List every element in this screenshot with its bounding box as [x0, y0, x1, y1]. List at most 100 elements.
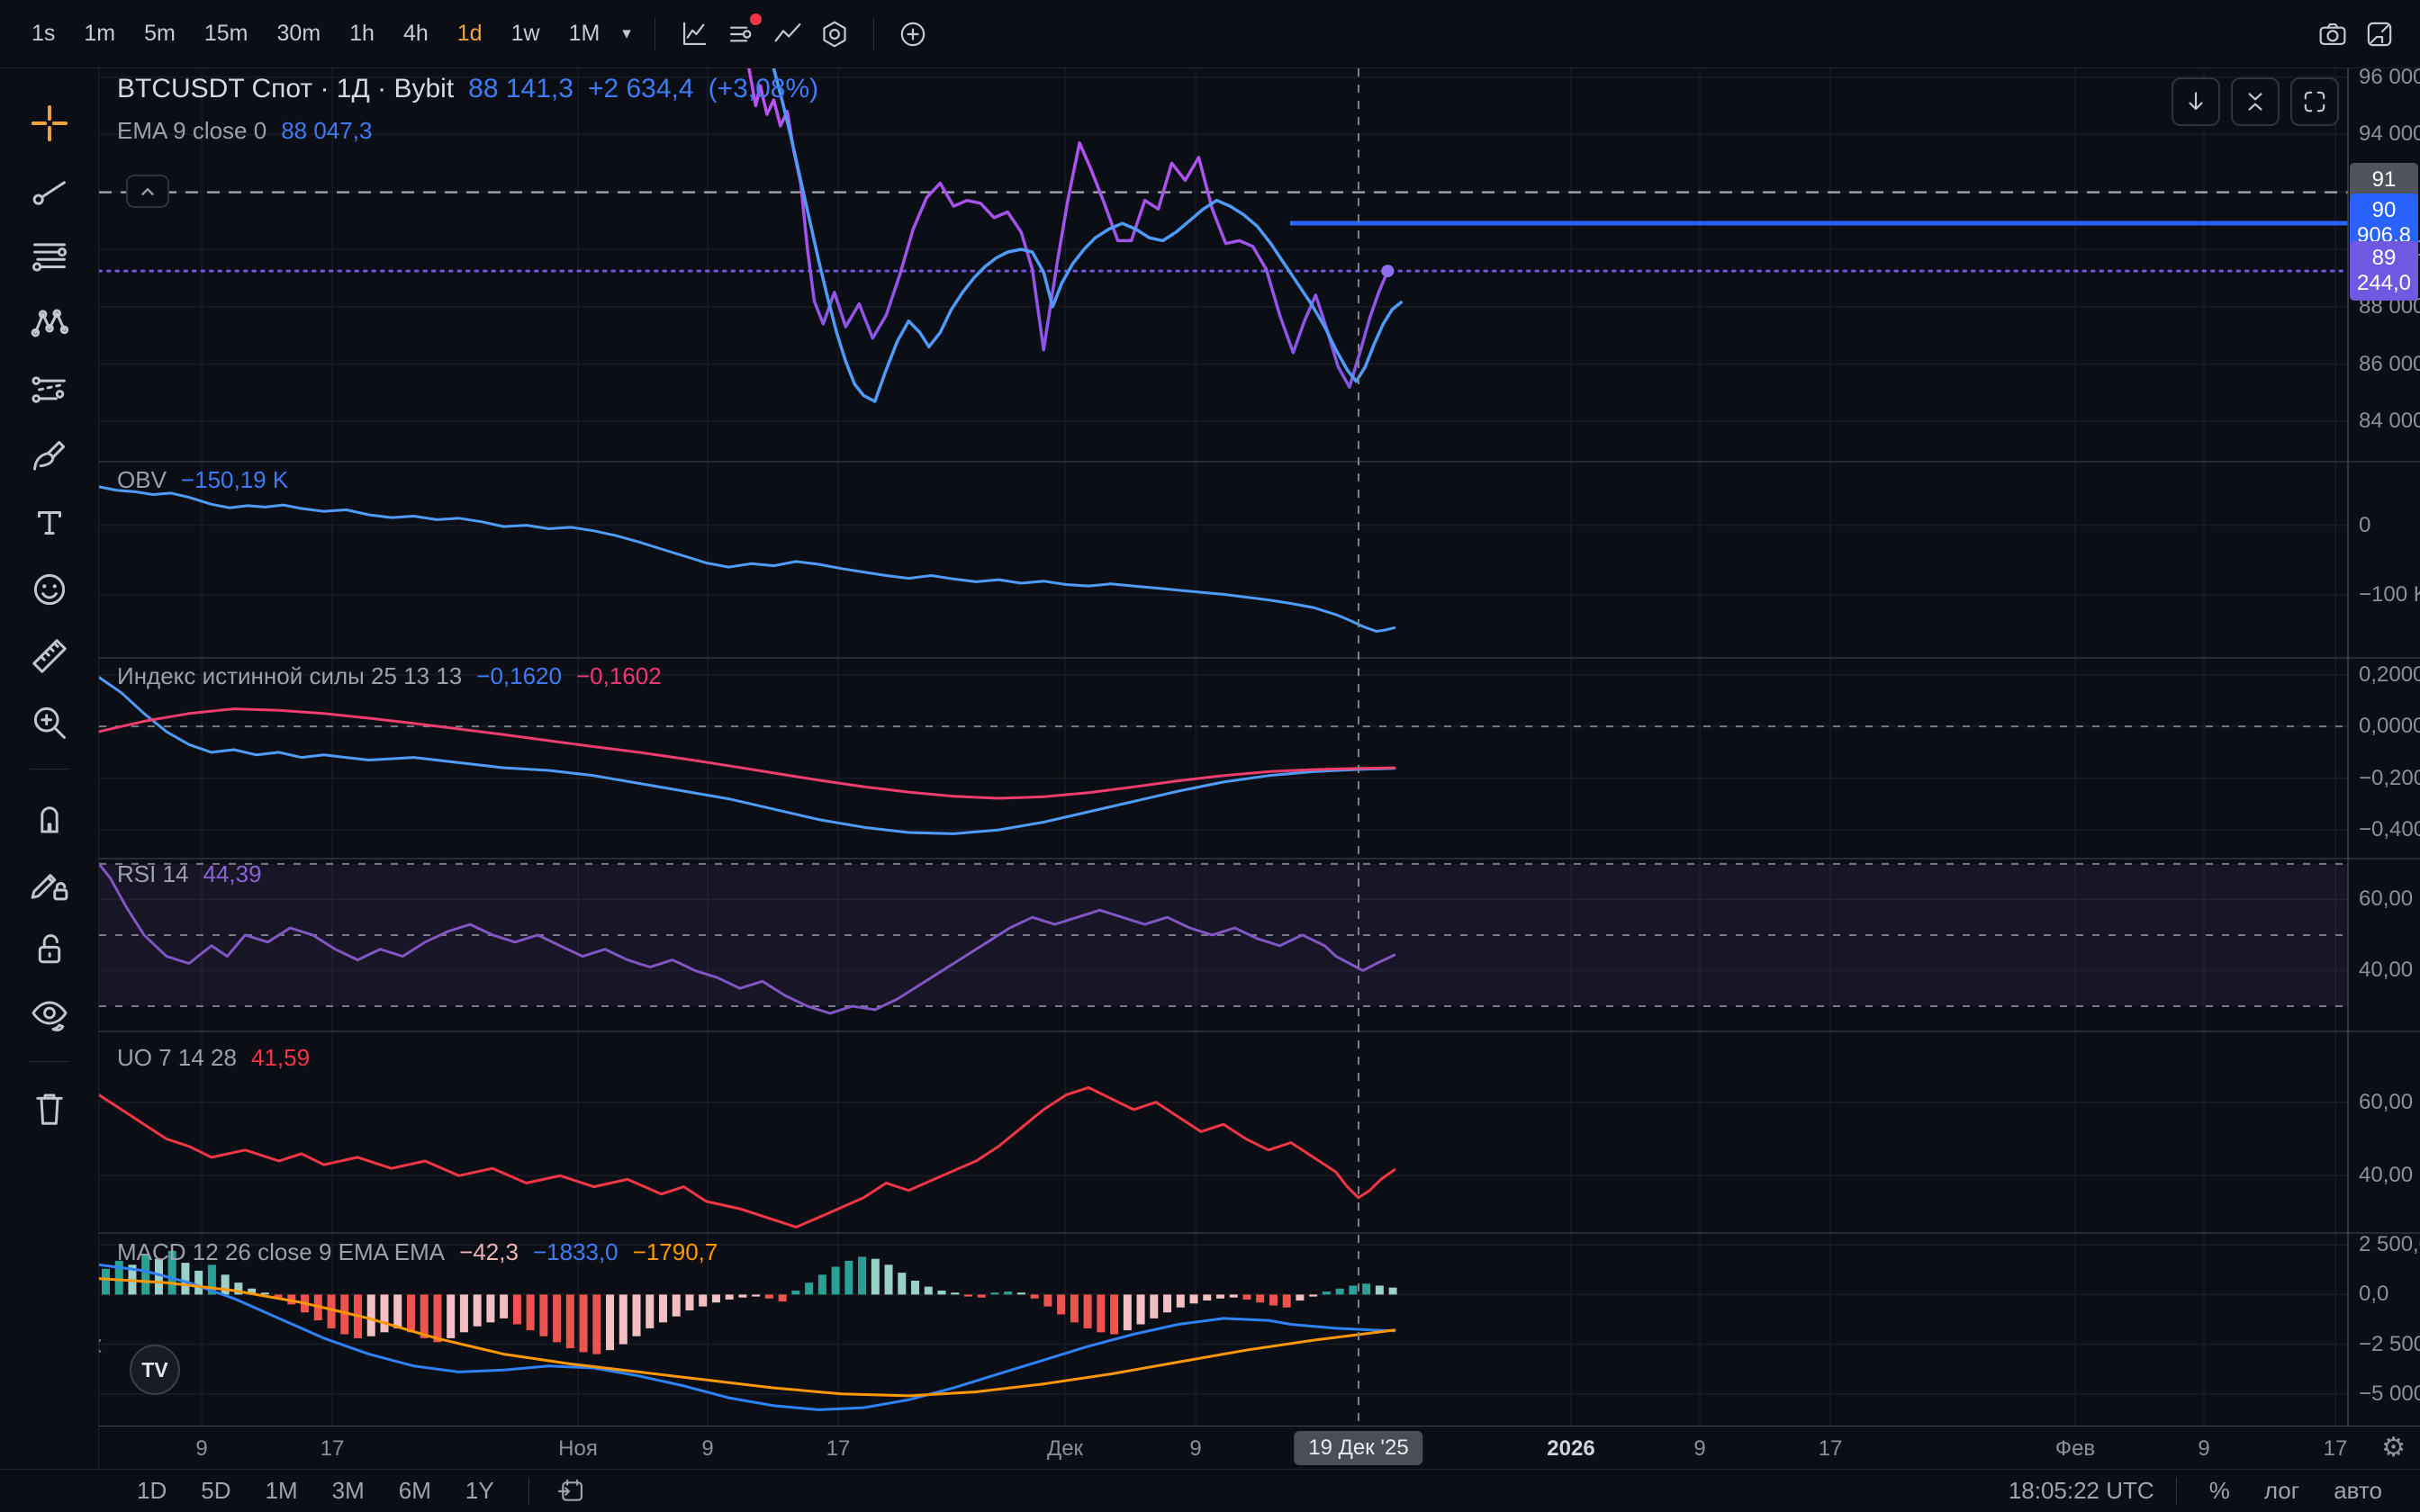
range-group: 1D5D 1M3M6M1Y [124, 1471, 592, 1512]
log-scale-button[interactable]: лог [2253, 1472, 2310, 1510]
legend-macd[interactable]: MACD 12 26 close 9 EMA EMA−42,3−1833,0−1… [117, 1238, 718, 1266]
tool-lock-icon[interactable] [29, 928, 70, 969]
tool-text-icon[interactable] [29, 502, 70, 544]
legend-uo[interactable]: UO 7 14 2841,59 [117, 1044, 310, 1072]
legend-label: BTCUSDT Спот · 1Д · Bybit [117, 74, 454, 104]
camera-icon[interactable] [2312, 14, 2353, 55]
tool-draw-lock-icon[interactable] [29, 861, 70, 903]
price-axis-label: 40,00 [2359, 1163, 2413, 1188]
tool-projection-icon[interactable] [29, 369, 70, 410]
tool-trend-line-icon[interactable] [29, 169, 70, 211]
legend-label: UO 7 14 28 [117, 1044, 237, 1072]
time-axis-label: 9 [1189, 1436, 1201, 1462]
timeframe-30m[interactable]: 30m [266, 14, 333, 54]
tool-crosshair-icon[interactable] [29, 103, 70, 144]
minimize-icon[interactable] [2359, 14, 2400, 55]
legend-value: 88 141,3 [468, 74, 573, 104]
legend-row: RSI 14 44,39 [117, 860, 262, 888]
legend-label: MACD 12 26 close 9 EMA EMA [117, 1238, 445, 1266]
time-axis-label: 2026 [1547, 1436, 1594, 1462]
legend-row: MACD 12 26 close 9 EMA EMA−42,3−1833,0−1… [117, 1238, 718, 1266]
range-1Y[interactable]: 1Y [453, 1472, 507, 1510]
price-axis-label: 0,0000 [2359, 714, 2420, 739]
legend-collapse-button[interactable] [126, 175, 169, 208]
tool-brush-icon[interactable] [29, 436, 70, 477]
divider [30, 1061, 69, 1062]
timeframe-15m[interactable]: 15m [193, 14, 260, 54]
time-axis-label: 9 [195, 1436, 207, 1462]
move-pane-down-button[interactable] [2172, 77, 2220, 126]
collapse-pane-button[interactable] [2231, 77, 2280, 126]
tool-hide-drawings-icon[interactable] [29, 994, 70, 1036]
legend-value: (+3,08%) [709, 74, 819, 104]
bottom-toolbar: 1D5D 1M3M6M1Y 18:05:22 UTC % логавто [0, 1469, 2420, 1512]
legend-value: 44,39 [203, 860, 262, 888]
legend-label: OBV [117, 466, 167, 494]
price-axis-label: −2 500,0 [2359, 1332, 2420, 1357]
add-icon[interactable] [892, 14, 934, 55]
legend-price[interactable]: BTCUSDT Спот · 1Д · Bybit 88 141,3 +2 634,… [117, 74, 818, 145]
legend-value: −1790,7 [633, 1238, 718, 1266]
timeframe-5m[interactable]: 5m [132, 14, 187, 54]
settings-icon[interactable] [814, 14, 855, 55]
tool-magnet-icon[interactable] [29, 795, 70, 836]
time-axis-label: 17 [321, 1436, 345, 1462]
price-axis-label: 60,00 [2359, 886, 2413, 912]
indicators-icon[interactable] [720, 14, 762, 55]
legend-row: Индекс истинной силы 25 13 13−0,1620−0,1… [117, 662, 662, 690]
compare-icon[interactable] [767, 14, 808, 55]
tool-ruler-icon[interactable] [29, 635, 70, 677]
range-6M[interactable]: 6M [386, 1472, 444, 1510]
chart-canvas[interactable] [0, 0, 2420, 1512]
tool-xabcd-pattern-icon[interactable] [29, 302, 70, 344]
timeframe-1m[interactable]: 1m [72, 14, 127, 54]
tool-fib-lines-icon[interactable] [29, 236, 70, 277]
legend-value: 88 047,3 [281, 117, 372, 145]
legend-label: EMA 9 close 0 [117, 117, 266, 145]
range-5D[interactable]: 5D [188, 1472, 243, 1510]
notification-dot [750, 14, 762, 25]
price-axis-label: −100 K [2359, 582, 2420, 608]
timeframe-1M[interactable]: 1M [557, 14, 612, 54]
legend-rsi[interactable]: RSI 14 44,39 [117, 860, 262, 888]
tradingview-logo[interactable]: TV [130, 1345, 180, 1395]
legend-value: +2 634,4 [588, 74, 694, 104]
timeframe-1h[interactable]: 1h [338, 14, 386, 54]
chart-style-icon[interactable] [673, 14, 715, 55]
time-axis-label: Дек [1047, 1436, 1083, 1462]
auto-scale-button[interactable]: авто [2323, 1472, 2393, 1510]
time-axis[interactable]: 917Ноя917Дек92026917Фев91719 Дек '25⚙ [0, 1426, 2420, 1469]
tool-trash-icon[interactable] [29, 1087, 70, 1129]
legend-value: −0,1620 [476, 662, 562, 690]
top-toolbar-right [2312, 14, 2400, 55]
legend-obv[interactable]: OBV−150,19 K [117, 466, 288, 494]
crosshair-date-badge: 19 Дек '25 [1294, 1431, 1422, 1465]
range-1M[interactable]: 1M [253, 1472, 311, 1510]
range-1D[interactable]: 1D [124, 1472, 179, 1510]
maximize-pane-button[interactable] [2290, 77, 2339, 126]
axis-settings-icon[interactable]: ⚙ [2381, 1432, 2406, 1463]
tool-zoom-in-icon[interactable] [29, 702, 70, 743]
percent-scale-button[interactable]: % [2199, 1472, 2241, 1510]
legend-row: BTCUSDT Спот · 1Д · Bybit 88 141,3 +2 634,… [117, 74, 818, 104]
divider [528, 1478, 529, 1505]
divider [2176, 1478, 2177, 1505]
timeframe-4h[interactable]: 4h [392, 14, 440, 54]
drawing-toolbar [0, 68, 99, 1512]
scale-group: 18:05:22 UTC % логавто [2009, 1472, 2393, 1510]
legend-tsi[interactable]: Индекс истинной силы 25 13 13−0,1620−0,1… [117, 662, 662, 690]
legend-row: OBV−150,19 K [117, 466, 288, 494]
legend-label: RSI 14 [117, 860, 189, 888]
tradingview-app: 1s1m5m15m30m1h4h1d1w1M▾ TV ‹ 917Ноя917Де… [0, 0, 2420, 1512]
tool-emoji-icon[interactable] [29, 569, 70, 610]
clock[interactable]: 18:05:22 UTC [2009, 1477, 2154, 1505]
range-3M[interactable]: 3M [320, 1472, 377, 1510]
timeframe-menu-caret[interactable]: ▾ [617, 23, 637, 44]
price-axis-label: 86 000,0 [2359, 352, 2420, 377]
goto-date-icon[interactable] [551, 1471, 592, 1512]
timeframe-1w[interactable]: 1w [500, 14, 552, 54]
price-badge: 89 244,0 [2350, 241, 2418, 301]
timeframe-1d[interactable]: 1d [446, 14, 494, 54]
price-axis-label: −5 000,0 [2359, 1382, 2420, 1407]
timeframe-1s[interactable]: 1s [20, 14, 67, 54]
